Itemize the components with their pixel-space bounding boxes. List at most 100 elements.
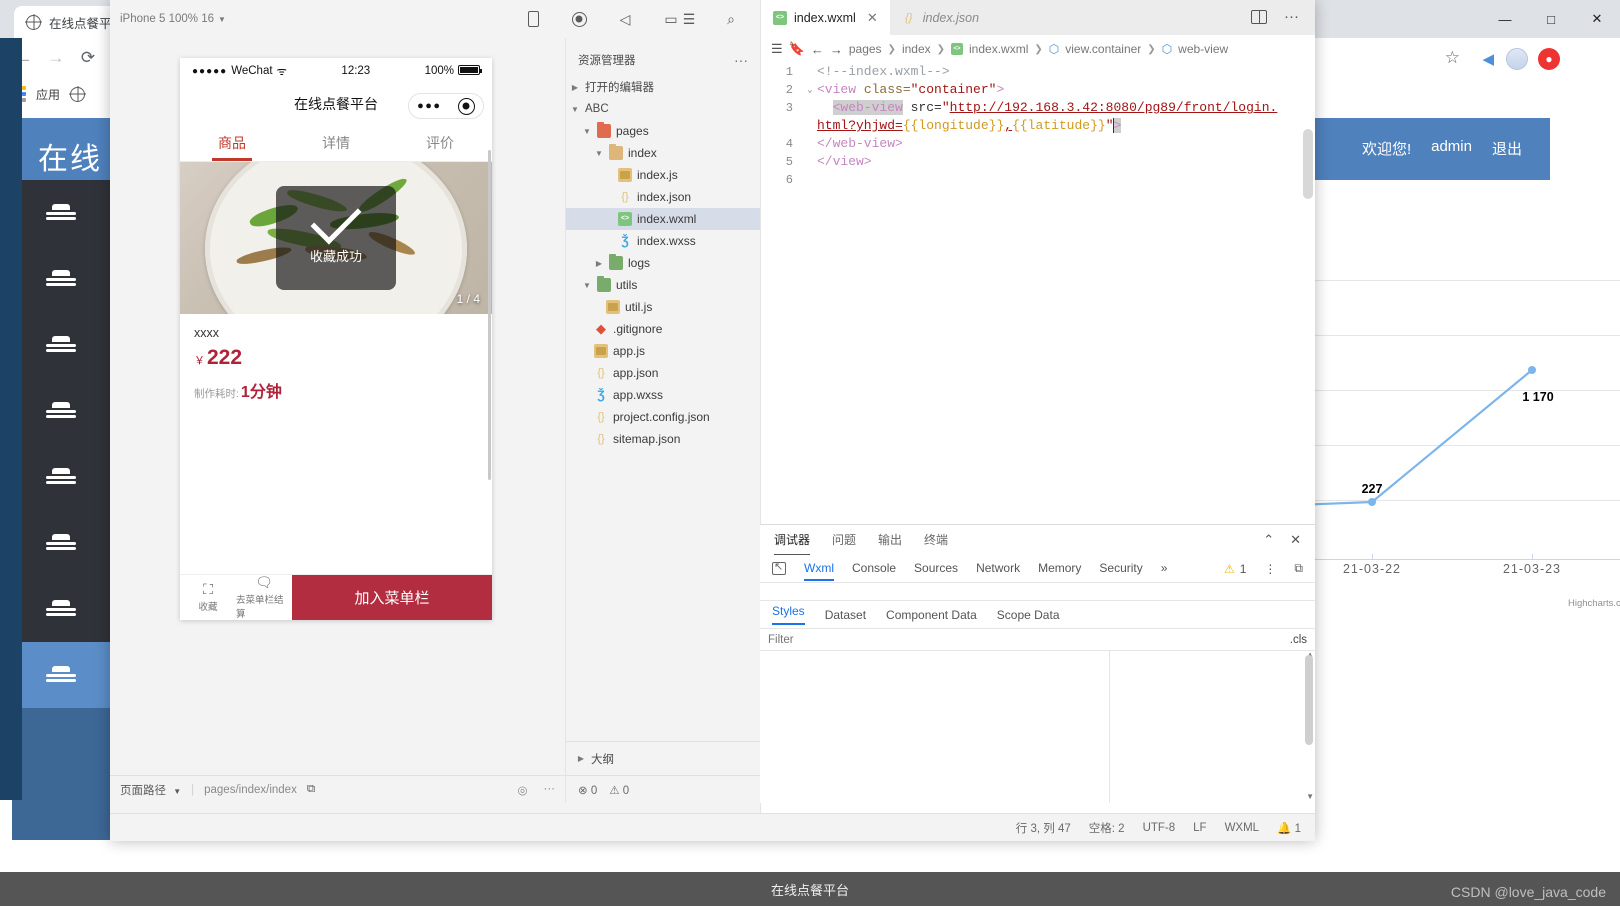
phone-scrollbar[interactable]: [488, 150, 491, 480]
tree-item-index-wxss[interactable]: Ǯ index.wxss: [566, 230, 760, 252]
tree-item-index-wxml[interactable]: index.wxml: [566, 208, 760, 230]
code-area[interactable]: 1 <!--index.wxml--> 2 ⌄ <view class="con…: [761, 63, 1315, 523]
styles-rules-pane[interactable]: [760, 651, 1110, 803]
computed-pane[interactable]: ▲ ▼: [1110, 650, 1315, 803]
eol-setting[interactable]: LF: [1193, 822, 1206, 834]
close-icon[interactable]: ✕: [867, 10, 878, 26]
tab-network[interactable]: Network: [976, 556, 1020, 581]
sidebar-item-4[interactable]: [12, 378, 110, 444]
code-text[interactable]: html?yhjwd=: [817, 118, 903, 133]
sidebar-item-1[interactable]: [12, 180, 110, 246]
tab-dataset[interactable]: Dataset: [825, 608, 866, 622]
tree-item-logs[interactable]: ▶ logs: [566, 252, 760, 274]
product-photo[interactable]: 收藏成功 1 / 4: [180, 162, 492, 314]
copy-icon[interactable]: ⧉: [307, 783, 315, 796]
tab-styles[interactable]: Styles: [772, 604, 805, 625]
tab-review[interactable]: 评价: [388, 124, 492, 161]
add-to-menu-button[interactable]: 加入菜单栏: [292, 575, 492, 620]
data-point-1[interactable]: [1528, 366, 1536, 374]
page-path-label[interactable]: 页面路径 ▼: [120, 782, 181, 798]
chart-credit[interactable]: Highcharts.com: [1568, 598, 1620, 620]
editor-more-icon[interactable]: ···: [1284, 8, 1299, 25]
sidebar-item-6[interactable]: [12, 510, 110, 576]
extension-red-icon[interactable]: ●: [1538, 48, 1560, 70]
tab-scope-data[interactable]: Scope Data: [997, 608, 1060, 622]
tree-item-utils[interactable]: ▼ utils: [566, 274, 760, 296]
sidebar-item-5[interactable]: [12, 444, 110, 510]
tab-goods[interactable]: 商品: [180, 124, 284, 161]
tab-component-data[interactable]: Component Data: [886, 608, 977, 622]
bookmark-star-icon[interactable]: ☆: [1445, 48, 1460, 68]
open-editors-section[interactable]: ▶ 打开的编辑器: [566, 76, 760, 98]
bookmark-globe-icon[interactable]: [70, 86, 86, 102]
more-vertical-icon[interactable]: ⋮: [1264, 562, 1276, 576]
nav-back-icon[interactable]: ←: [811, 42, 824, 57]
tree-item-project-config[interactable]: {} project.config.json: [566, 406, 760, 428]
tree-item-app-wxss[interactable]: Ǯ app.wxss: [566, 384, 760, 406]
clipboard-icon[interactable]: ◁: [614, 8, 636, 30]
tab-memory[interactable]: Memory: [1038, 556, 1081, 581]
dock-icon[interactable]: ⧉: [1294, 561, 1303, 576]
maximize-button[interactable]: □: [1528, 0, 1574, 38]
tab-sources[interactable]: Sources: [914, 556, 958, 581]
breadcrumb-view[interactable]: view.container: [1065, 42, 1141, 56]
tab-security[interactable]: Security: [1099, 556, 1142, 581]
tab-terminal[interactable]: 终端: [924, 525, 948, 555]
logout-link[interactable]: 退出: [1492, 138, 1522, 159]
outline-section[interactable]: ▶ 大纲: [566, 741, 761, 775]
breadcrumb-webview[interactable]: web-view: [1178, 42, 1228, 56]
extension-blue-icon[interactable]: ◀: [1482, 50, 1494, 68]
close-button[interactable]: ✕: [1574, 0, 1620, 38]
tree-item-index-json[interactable]: {} index.json: [566, 186, 760, 208]
scroll-down-icon[interactable]: ▼: [1306, 792, 1314, 801]
inspect-element-icon[interactable]: [772, 560, 786, 575]
tree-item-index-folder[interactable]: ▼ index: [566, 142, 760, 164]
favorite-button[interactable]: ⛶ 收藏: [180, 575, 236, 620]
nav-forward-icon[interactable]: →: [830, 42, 843, 57]
sidebar-item-8-active[interactable]: [12, 642, 110, 708]
outline-list-icon[interactable]: ☰: [771, 41, 783, 57]
search-icon[interactable]: ⌕: [720, 8, 742, 30]
styles-filter-input[interactable]: [768, 633, 1068, 646]
explorer-more-icon[interactable]: ···: [734, 52, 748, 68]
tree-item-app-json[interactable]: {} app.json: [566, 362, 760, 384]
tree-item-sitemap[interactable]: {} sitemap.json: [566, 428, 760, 450]
tab-output[interactable]: 输出: [878, 525, 902, 555]
bookmark-apps-label[interactable]: 应用: [36, 86, 60, 103]
more-icon[interactable]: ···: [544, 783, 556, 797]
eye-icon[interactable]: ◎: [517, 783, 527, 797]
tab-console[interactable]: Console: [852, 556, 896, 581]
close-icon[interactable]: ✕: [1290, 532, 1301, 548]
tab-overflow[interactable]: »: [1161, 556, 1168, 581]
tree-item-app-js[interactable]: app.js: [566, 340, 760, 362]
error-count[interactable]: ⊗ 0: [578, 783, 597, 797]
reload-icon[interactable]: ⟳: [74, 44, 102, 72]
editor-tab-index-wxml[interactable]: index.wxml ✕: [761, 0, 890, 35]
sidebar-item-2[interactable]: [12, 246, 110, 312]
warning-indicator[interactable]: ⚠ 1: [1224, 562, 1246, 576]
list-icon[interactable]: ☰: [678, 8, 700, 30]
close-target-icon[interactable]: [457, 97, 475, 115]
tab-wxml[interactable]: Wxml: [804, 556, 834, 581]
tab-debugger[interactable]: 调试器: [774, 525, 811, 555]
fold-toggle[interactable]: ⌄: [803, 81, 817, 99]
indent-setting[interactable]: 空格: 2: [1089, 820, 1125, 836]
breadcrumb-pages[interactable]: pages: [849, 42, 882, 56]
editor-scrollbar[interactable]: [1303, 129, 1313, 199]
go-cart-button[interactable]: 🗨 去菜单栏结算: [236, 575, 292, 620]
sidebar-item-3[interactable]: [12, 312, 110, 378]
warning-count[interactable]: ⚠ 0: [609, 783, 629, 797]
tab-problems[interactable]: 问题: [832, 525, 856, 555]
phone-icon[interactable]: [522, 8, 544, 30]
device-selector[interactable]: iPhone 5 100% 16 ▼: [120, 13, 226, 25]
wechat-capsule[interactable]: ●●●: [408, 93, 484, 119]
minimize-button[interactable]: —: [1482, 0, 1528, 38]
cls-button[interactable]: .cls: [1290, 634, 1307, 646]
data-point-0[interactable]: [1368, 498, 1376, 506]
code-text[interactable]: http://192.168.3.42:8080/pg89/front/logi…: [950, 100, 1278, 115]
notifications-indicator[interactable]: 🔔 1: [1277, 821, 1301, 835]
tab-detail[interactable]: 详情: [284, 124, 388, 161]
language-mode[interactable]: WXML: [1225, 822, 1260, 834]
record-icon[interactable]: [568, 8, 590, 30]
sidebar-item-7[interactable]: [12, 576, 110, 642]
